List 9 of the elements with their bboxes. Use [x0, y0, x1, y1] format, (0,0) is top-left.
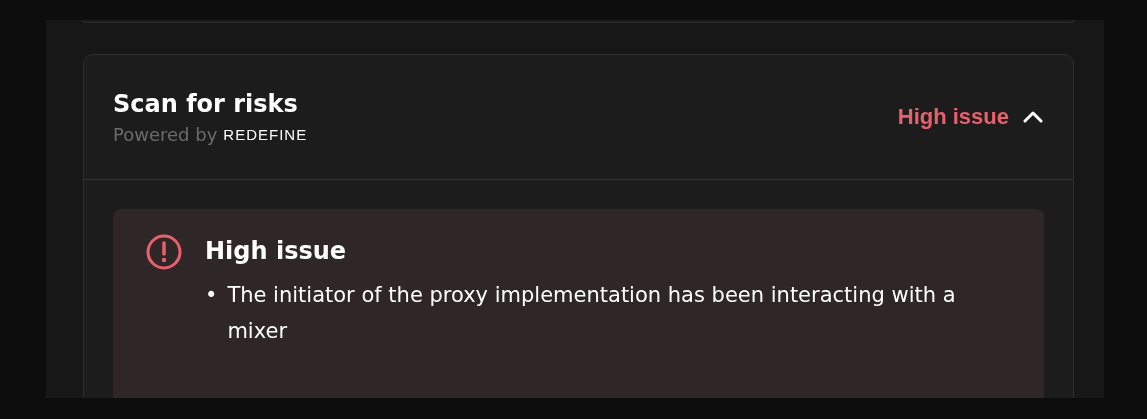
issue-text: The initiator of the proxy implementation has been interacting with a mixer	[227, 282, 957, 345]
severity-toggle[interactable]: High issue	[897, 104, 1043, 130]
logo-text: REDEFINE	[223, 125, 308, 143]
powered-by-label: Powered by	[113, 123, 218, 145]
bullet: •	[205, 282, 218, 309]
warning-icon	[145, 233, 183, 271]
issue-title: High issue	[205, 237, 348, 265]
card-title: Scan for risks	[113, 89, 298, 118]
chevron-icon	[1023, 111, 1043, 123]
